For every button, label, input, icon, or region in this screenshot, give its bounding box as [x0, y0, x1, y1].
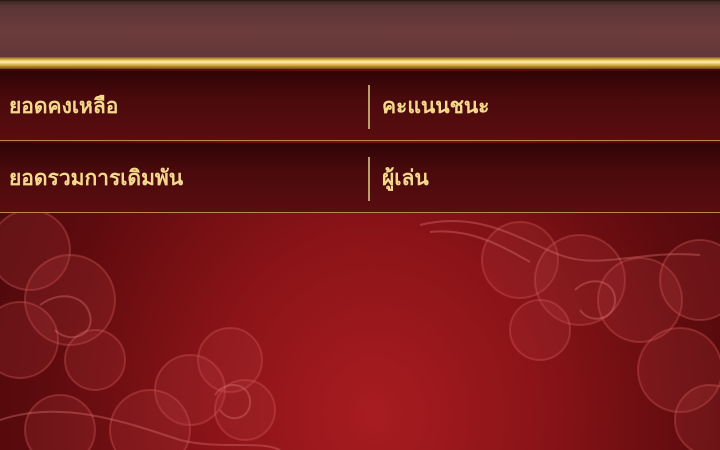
column-divider	[368, 157, 370, 201]
balance-label: ยอดคงเหลือ	[9, 94, 119, 118]
gold-divider-rule	[0, 57, 720, 69]
total-bet-label: ยอดรวมการเดิมพัน	[9, 166, 184, 190]
winning-points-label: คะแนนชนะ	[382, 94, 490, 118]
player-label: ผู้เล่น	[382, 166, 429, 190]
column-divider	[368, 85, 370, 129]
header-bar	[0, 0, 720, 58]
info-row-balance: ยอดคงเหลือ คะแนนชนะ	[0, 71, 720, 141]
game-info-screen: ยอดคงเหลือ คะแนนชนะ ยอดรวมการเดิมพัน ผู้…	[0, 0, 720, 450]
info-row-total-bet: ยอดรวมการเดิมพัน ผู้เล่น	[0, 143, 720, 213]
